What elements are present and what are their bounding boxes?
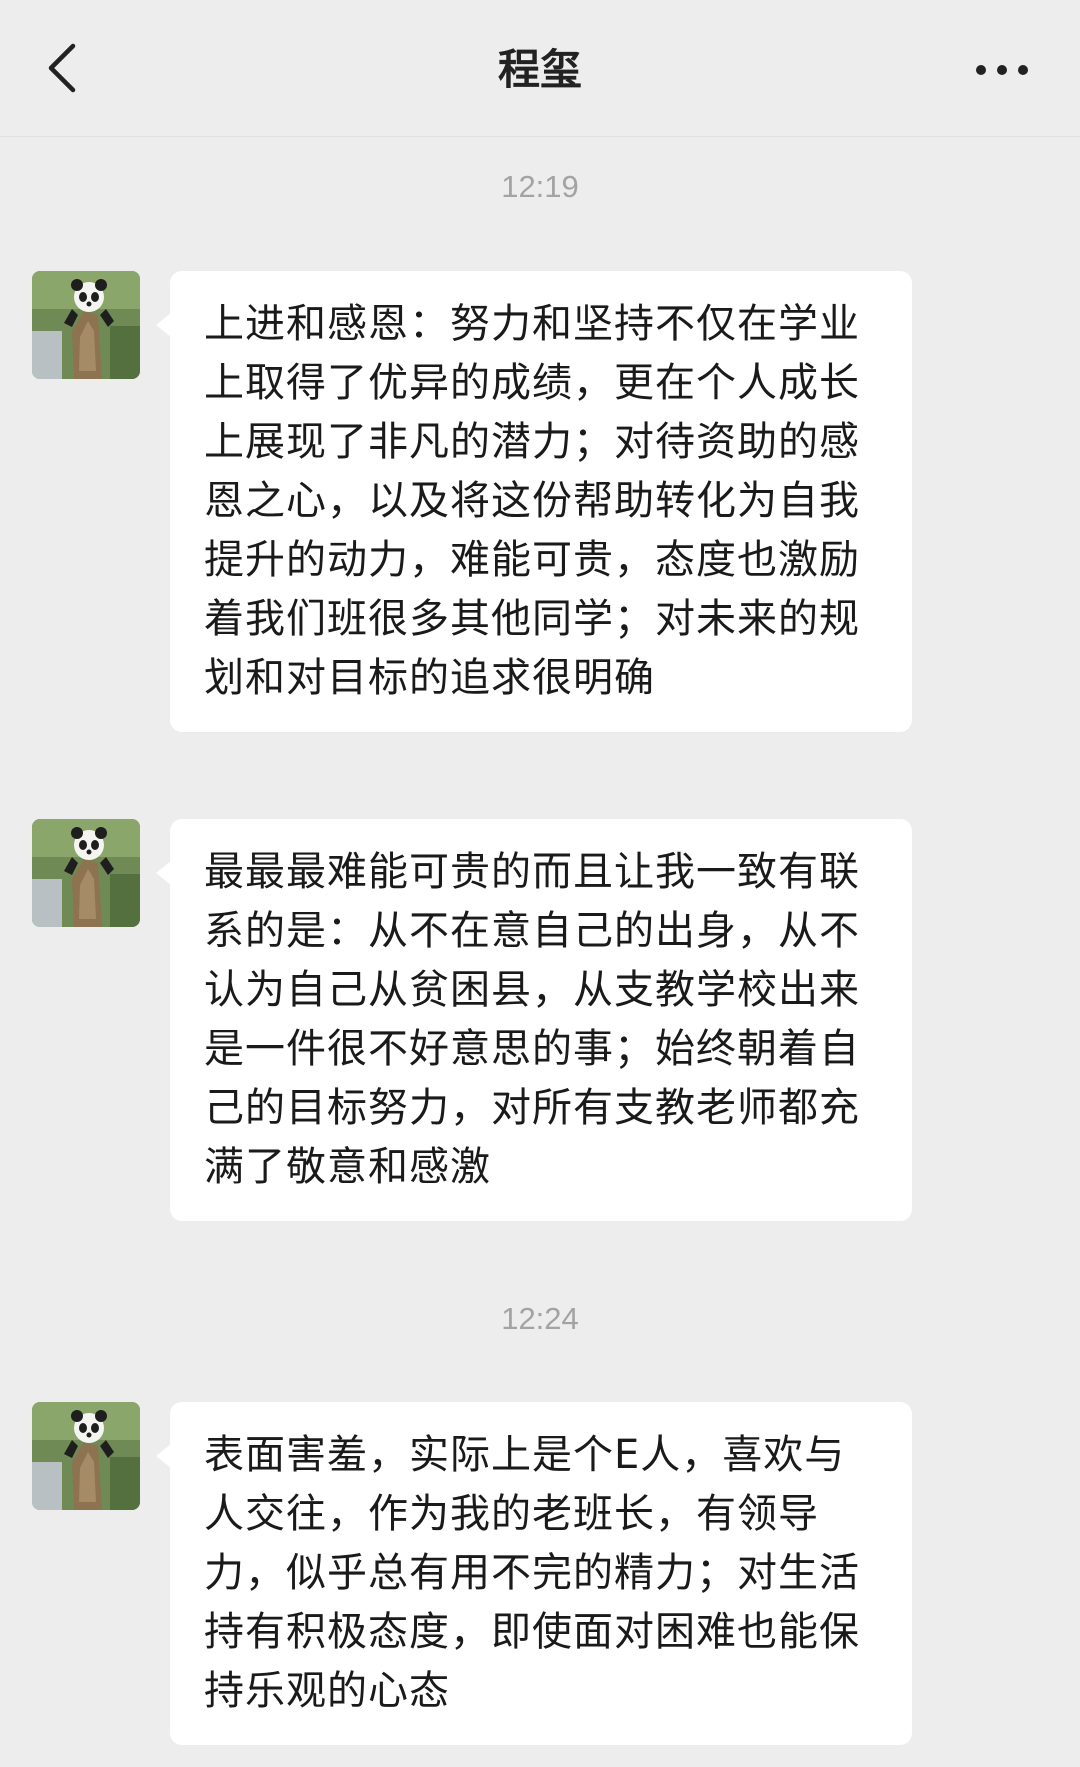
more-dots-icon [976, 65, 1028, 75]
message-bubble[interactable]: 表面害羞，实际上是个E人，喜欢与人交往，作为我的老班长，有领导力，似乎总有用不完… [156, 1402, 912, 1745]
message-bubble[interactable]: 上进和感恩：努力和坚持不仅在学业上取得了优异的成绩，更在个人成长上展现了非凡的潜… [156, 271, 912, 732]
message-timestamp: 12:24 [501, 1301, 579, 1336]
panda-avatar-icon [32, 1402, 140, 1510]
chat-header: 程玺 [0, 0, 1080, 137]
message-bubble[interactable]: 最最最难能可贵的而且让我一致有联系的是：从不在意自己的出身，从不认为自己从贫困县… [156, 819, 912, 1221]
avatar[interactable] [32, 1402, 140, 1510]
message-timestamp: 12:19 [501, 169, 579, 204]
chat-title: 程玺 [497, 45, 582, 94]
more-button[interactable] [952, 40, 1052, 100]
panda-avatar-icon [32, 819, 140, 927]
avatar[interactable] [32, 819, 140, 927]
panda-avatar-icon [32, 271, 140, 379]
avatar[interactable] [32, 271, 140, 379]
